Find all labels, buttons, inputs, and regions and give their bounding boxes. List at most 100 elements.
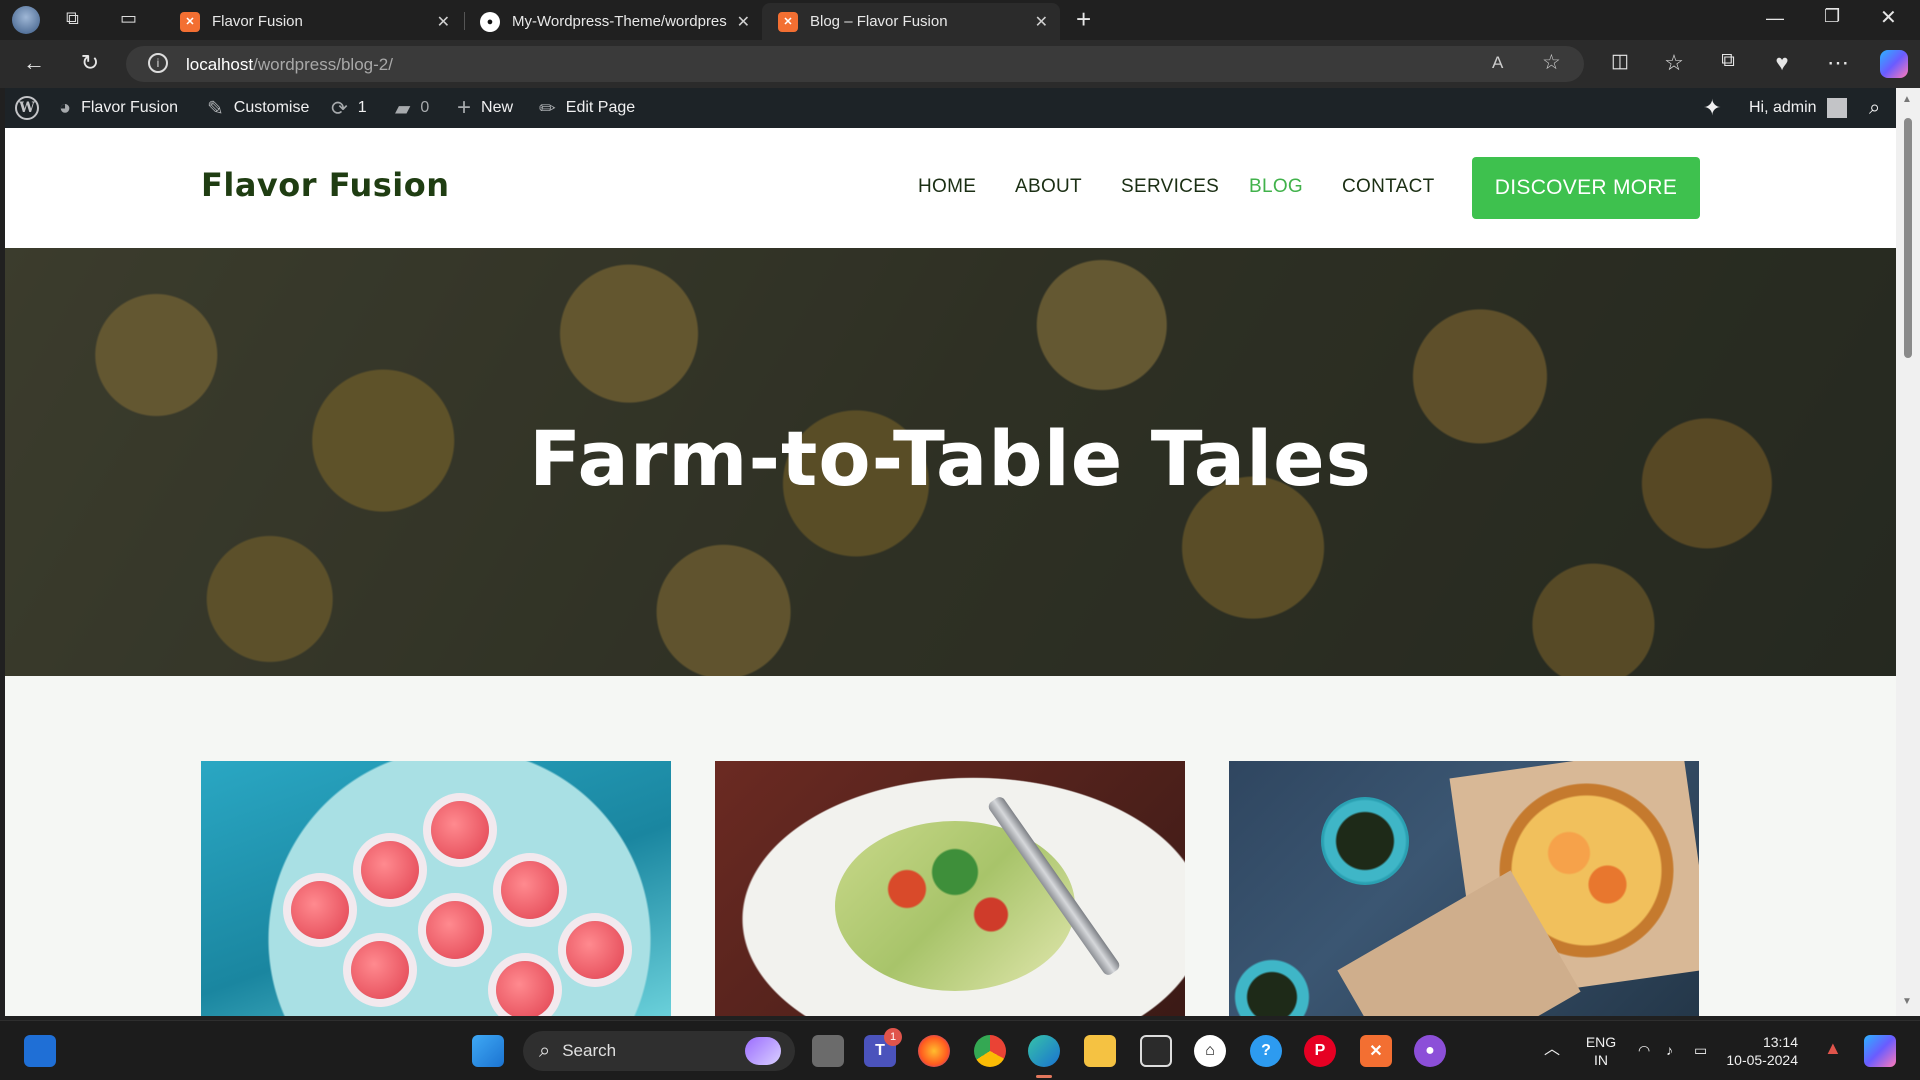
close-tab-icon[interactable]: ✕: [737, 12, 750, 32]
start-windows-icon[interactable]: [472, 1035, 504, 1067]
wp-comments[interactable]: ▰ 0: [395, 88, 429, 128]
edit-page-label: Edit Page: [565, 99, 636, 116]
updates-count: 1: [357, 99, 367, 116]
task-view-icon[interactable]: [812, 1035, 844, 1067]
blog-card-image-salad[interactable]: [715, 761, 1185, 1016]
user-avatar: [1826, 98, 1847, 118]
clock-date: 10-05-2024: [1726, 1052, 1798, 1068]
scroll-down-arrow[interactable]: ▼: [1902, 996, 1912, 1007]
edge-icon[interactable]: [1028, 1035, 1060, 1067]
show-hidden-icons[interactable]: ︿: [1544, 1041, 1560, 1059]
tab-title: Flavor Fusion: [212, 13, 303, 30]
wp-edit-page[interactable]: ✏ Edit Page: [539, 88, 635, 128]
scrollbar-thumb[interactable]: [1904, 118, 1912, 358]
app-circle-icon[interactable]: ⌂: [1194, 1035, 1226, 1067]
restore-button[interactable]: ❐: [1824, 6, 1840, 27]
clock[interactable]: 13:14 10-05-2024: [1722, 1033, 1798, 1069]
language-indicator[interactable]: ENG IN: [1580, 1033, 1622, 1069]
more-menu-icon[interactable]: ⋯: [1824, 50, 1852, 76]
help-icon[interactable]: ?: [1250, 1035, 1282, 1067]
discover-more-button[interactable]: DISCOVER MORE: [1472, 157, 1700, 219]
wp-ai-assistant[interactable]: ✦: [1703, 88, 1721, 128]
wp-my-account[interactable]: Hi, admin: [1749, 88, 1847, 128]
pinterest-icon[interactable]: P: [1304, 1035, 1336, 1067]
notification-bell-icon[interactable]: ▲: [1824, 1039, 1842, 1057]
blog-card-image-pizza[interactable]: [1229, 761, 1699, 1016]
search-highlight-icon: [745, 1037, 781, 1065]
brush-icon: ✎: [207, 97, 224, 120]
windows-taskbar: ⌕ Search T 1 ⌂ ? P ✕ ● ︿ ENG IN ◠ ♪ ▭ 13…: [0, 1020, 1920, 1080]
scroll-up-arrow[interactable]: ▲: [1902, 94, 1912, 105]
url-host: localhost: [186, 55, 254, 74]
new-label: New: [481, 99, 514, 116]
address-bar[interactable]: i localhost/wordpress/blog-2/ A ☆: [126, 46, 1584, 82]
wp-site-name[interactable]: ◕ Flavor Fusion: [59, 88, 178, 128]
nav-blog[interactable]: BLOG: [1249, 176, 1303, 198]
read-aloud-icon[interactable]: A: [1492, 53, 1503, 73]
wp-admin-bar: W ◕ Flavor Fusion ✎ Customise ⟳ 1 ▰ 0 + …: [5, 88, 1900, 128]
nav-services[interactable]: SERVICES: [1121, 176, 1219, 198]
close-window-button[interactable]: ✕: [1880, 5, 1897, 30]
nav-home[interactable]: HOME: [918, 176, 976, 198]
clock-time: 13:14: [1762, 1034, 1798, 1050]
updates-icon: ⟳: [331, 97, 348, 120]
chrome-icon[interactable]: [974, 1035, 1006, 1067]
xampp-icon: ✕: [778, 11, 798, 32]
refresh-icon[interactable]: ↻: [76, 50, 104, 76]
comment-icon: ▰: [395, 97, 411, 120]
tab-flavor-fusion[interactable]: ✕ Flavor Fusion ✕: [164, 3, 462, 40]
tab-title: Blog – Flavor Fusion: [810, 13, 948, 30]
xampp-taskbar-icon[interactable]: ✕: [1360, 1035, 1392, 1067]
new-tab-button[interactable]: +: [1076, 4, 1091, 35]
plus-icon: +: [457, 94, 472, 121]
site-header: Flavor Fusion HOME ABOUT SERVICES BLOG C…: [5, 128, 1896, 248]
page-viewport: Flavor Fusion HOME ABOUT SERVICES BLOG C…: [5, 128, 1896, 1016]
firefox-icon[interactable]: [918, 1035, 950, 1067]
volume-icon[interactable]: ♪: [1666, 1041, 1673, 1059]
site-name-label: Flavor Fusion: [81, 99, 179, 116]
greeting-label: Hi, admin: [1749, 99, 1817, 116]
tab-github[interactable]: ● My-Wordpress-Theme/wordpres ✕: [464, 3, 762, 40]
github-desktop-icon[interactable]: ●: [1414, 1035, 1446, 1067]
back-icon[interactable]: ←: [20, 50, 48, 76]
wifi-icon[interactable]: ◠: [1638, 1041, 1650, 1059]
xampp-icon: ✕: [180, 11, 200, 32]
sparkle-icon: ✦: [1703, 95, 1722, 120]
site-logo[interactable]: Flavor Fusion: [201, 166, 450, 204]
battery-icon[interactable]: ▭: [1694, 1041, 1707, 1059]
wp-updates[interactable]: ⟳ 1: [331, 88, 367, 128]
minimize-button[interactable]: —: [1766, 8, 1784, 29]
split-screen-icon[interactable]: ◫: [1606, 50, 1634, 73]
wordpress-icon: W: [15, 96, 39, 120]
url-text: localhost/wordpress/blog-2/: [186, 55, 393, 75]
file-explorer-icon[interactable]: [1084, 1035, 1116, 1067]
nav-about[interactable]: ABOUT: [1015, 176, 1082, 198]
comments-count: 0: [420, 99, 430, 116]
profile-avatar[interactable]: [12, 6, 40, 34]
close-tab-icon[interactable]: ✕: [437, 12, 450, 32]
vertical-tabs-icon[interactable]: ▭: [120, 8, 137, 29]
wp-new-content[interactable]: + New: [457, 88, 513, 128]
workspaces-icon[interactable]: ⧉: [66, 8, 79, 29]
tab-blog-active[interactable]: ✕ Blog – Flavor Fusion ✕: [762, 3, 1060, 40]
wp-customise[interactable]: ✎ Customise: [207, 88, 309, 128]
close-tab-icon[interactable]: ✕: [1035, 12, 1048, 32]
favorite-star-icon[interactable]: ☆: [1542, 50, 1561, 75]
microsoft-store-icon[interactable]: [1140, 1035, 1172, 1067]
taskbar-search-label: Search: [562, 1041, 617, 1060]
favorites-icon[interactable]: ☆: [1660, 50, 1688, 76]
browser-essentials-icon[interactable]: ♥: [1768, 50, 1796, 76]
page-scrollbar[interactable]: ▲ ▼: [1896, 88, 1920, 1016]
copilot-icon[interactable]: [1880, 50, 1908, 78]
widgets-icon[interactable]: [24, 1035, 56, 1067]
taskbar-search-box[interactable]: ⌕ Search: [523, 1031, 795, 1071]
nav-contact[interactable]: CONTACT: [1342, 176, 1435, 198]
copilot-taskbar-icon[interactable]: [1864, 1035, 1896, 1067]
site-info-icon[interactable]: i: [148, 53, 168, 73]
language-label: ENG: [1585, 1034, 1617, 1050]
blog-card-image-sweets[interactable]: [201, 761, 671, 1016]
wp-logo-menu[interactable]: W: [15, 88, 39, 128]
collections-icon[interactable]: ⧉: [1714, 50, 1742, 72]
wp-search[interactable]: ⌕: [1869, 88, 1880, 128]
search-icon: ⌕: [539, 1039, 551, 1062]
